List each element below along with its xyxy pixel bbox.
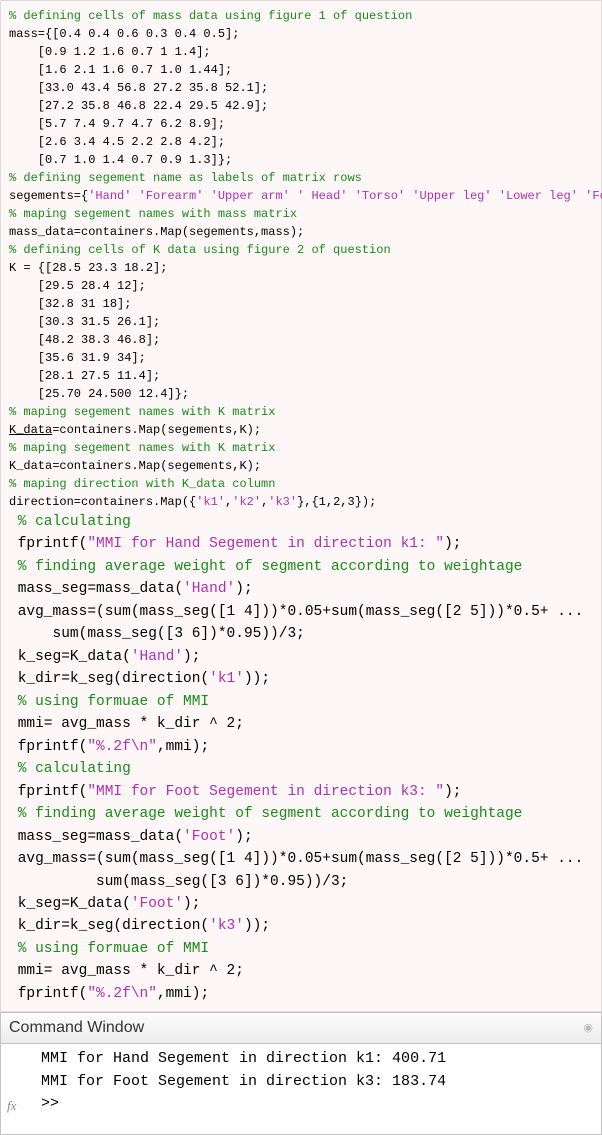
code-line[interactable]: K = {[28.5 23.3 18.2];: [9, 259, 593, 277]
command-window-panel: Command Window ◉ fx MMI for Hand Segemen…: [0, 1012, 602, 1135]
code-line[interactable]: avg_mass=(sum(mass_seg([1 4]))*0.05+sum(…: [9, 848, 593, 870]
code-line[interactable]: fprintf("%.2f\n",mmi);: [9, 983, 593, 1005]
code-line[interactable]: fprintf("MMI for Hand Segement in direct…: [9, 533, 593, 555]
code-line[interactable]: K_data=containers.Map(segements,K);: [9, 421, 593, 439]
code-line[interactable]: [0.7 1.0 1.4 0.7 0.9 1.3]};: [9, 151, 593, 169]
code-line[interactable]: segements={'Hand' 'Forearm' 'Upper arm' …: [9, 187, 593, 205]
code-line[interactable]: [48.2 38.3 46.8];: [9, 331, 593, 349]
code-line[interactable]: [1.6 2.1 1.6 0.7 1.0 1.44];: [9, 61, 593, 79]
code-line[interactable]: sum(mass_seg([3 6])*0.95))/3;: [9, 623, 593, 645]
code-line[interactable]: mass={[0.4 0.4 0.6 0.3 0.4 0.5];: [9, 25, 593, 43]
code-line[interactable]: mmi= avg_mass * k_dir ^ 2;: [9, 960, 593, 982]
code-line[interactable]: k_dir=k_seg(direction('k3'));: [9, 915, 593, 937]
code-line[interactable]: mass_seg=mass_data('Foot');: [9, 826, 593, 848]
code-line[interactable]: % maping segement names with mass matrix: [9, 205, 593, 223]
code-line[interactable]: [0.9 1.2 1.6 0.7 1 1.4];: [9, 43, 593, 61]
code-line[interactable]: mass_seg=mass_data('Hand');: [9, 578, 593, 600]
code-line[interactable]: [5.7 7.4 9.7 4.7 6.2 8.9];: [9, 115, 593, 133]
code-line[interactable]: % finding average weight of segment acco…: [9, 803, 593, 825]
code-line[interactable]: k_seg=K_data('Foot');: [9, 893, 593, 915]
code-line[interactable]: mmi= avg_mass * k_dir ^ 2;: [9, 713, 593, 735]
code-line[interactable]: sum(mass_seg([3 6])*0.95))/3;: [9, 871, 593, 893]
code-editor[interactable]: % defining cells of mass data using figu…: [0, 0, 602, 1012]
code-line[interactable]: direction=containers.Map({'k1','k2','k3'…: [9, 493, 593, 511]
code-line[interactable]: fprintf("%.2f\n",mmi);: [9, 736, 593, 758]
code-line[interactable]: K_data=containers.Map(segements,K);: [9, 457, 593, 475]
code-line[interactable]: % calculating: [9, 511, 593, 533]
code-line[interactable]: k_seg=K_data('Hand');: [9, 646, 593, 668]
code-line[interactable]: [25.70 24.500 12.4]};: [9, 385, 593, 403]
command-window-title: Command Window: [9, 1016, 144, 1040]
command-window-titlebar[interactable]: Command Window ◉: [1, 1013, 601, 1044]
code-line[interactable]: mass_data=containers.Map(segements,mass)…: [9, 223, 593, 241]
code-line[interactable]: % calculating: [9, 758, 593, 780]
command-window-gutter: fx: [5, 1048, 23, 1116]
command-window-output: MMI for Hand Segement in direction k1: 4…: [23, 1048, 597, 1116]
code-line[interactable]: % finding average weight of segment acco…: [9, 556, 593, 578]
code-line[interactable]: [30.3 31.5 26.1];: [9, 313, 593, 331]
code-line[interactable]: % using formuae of MMI: [9, 691, 593, 713]
command-window-body[interactable]: fx MMI for Hand Segement in direction k1…: [1, 1044, 601, 1134]
fx-icon[interactable]: fx: [7, 1096, 16, 1116]
code-line[interactable]: % maping direction with K_data column: [9, 475, 593, 493]
code-line[interactable]: [35.6 31.9 34];: [9, 349, 593, 367]
code-line[interactable]: k_dir=k_seg(direction('k1'));: [9, 668, 593, 690]
code-line[interactable]: [28.1 27.5 11.4];: [9, 367, 593, 385]
code-line[interactable]: [33.0 43.4 56.8 27.2 35.8 52.1];: [9, 79, 593, 97]
code-line[interactable]: % defining segement name as labels of ma…: [9, 169, 593, 187]
code-line[interactable]: avg_mass=(sum(mass_seg([1 4]))*0.05+sum(…: [9, 601, 593, 623]
code-line[interactable]: % defining cells of mass data using figu…: [9, 7, 593, 25]
panel-options-icon[interactable]: ◉: [583, 1020, 593, 1037]
code-line[interactable]: % using formuae of MMI: [9, 938, 593, 960]
code-line[interactable]: % defining cells of K data using figure …: [9, 241, 593, 259]
code-line[interactable]: [32.8 31 18];: [9, 295, 593, 313]
code-line[interactable]: % maping segement names with K matrix: [9, 439, 593, 457]
code-line[interactable]: [2.6 3.4 4.5 2.2 2.8 4.2];: [9, 133, 593, 151]
code-line[interactable]: fprintf("MMI for Foot Segement in direct…: [9, 781, 593, 803]
code-line[interactable]: [27.2 35.8 46.8 22.4 29.5 42.9];: [9, 97, 593, 115]
code-line[interactable]: [29.5 28.4 12];: [9, 277, 593, 295]
code-line[interactable]: % maping segement names with K matrix: [9, 403, 593, 421]
